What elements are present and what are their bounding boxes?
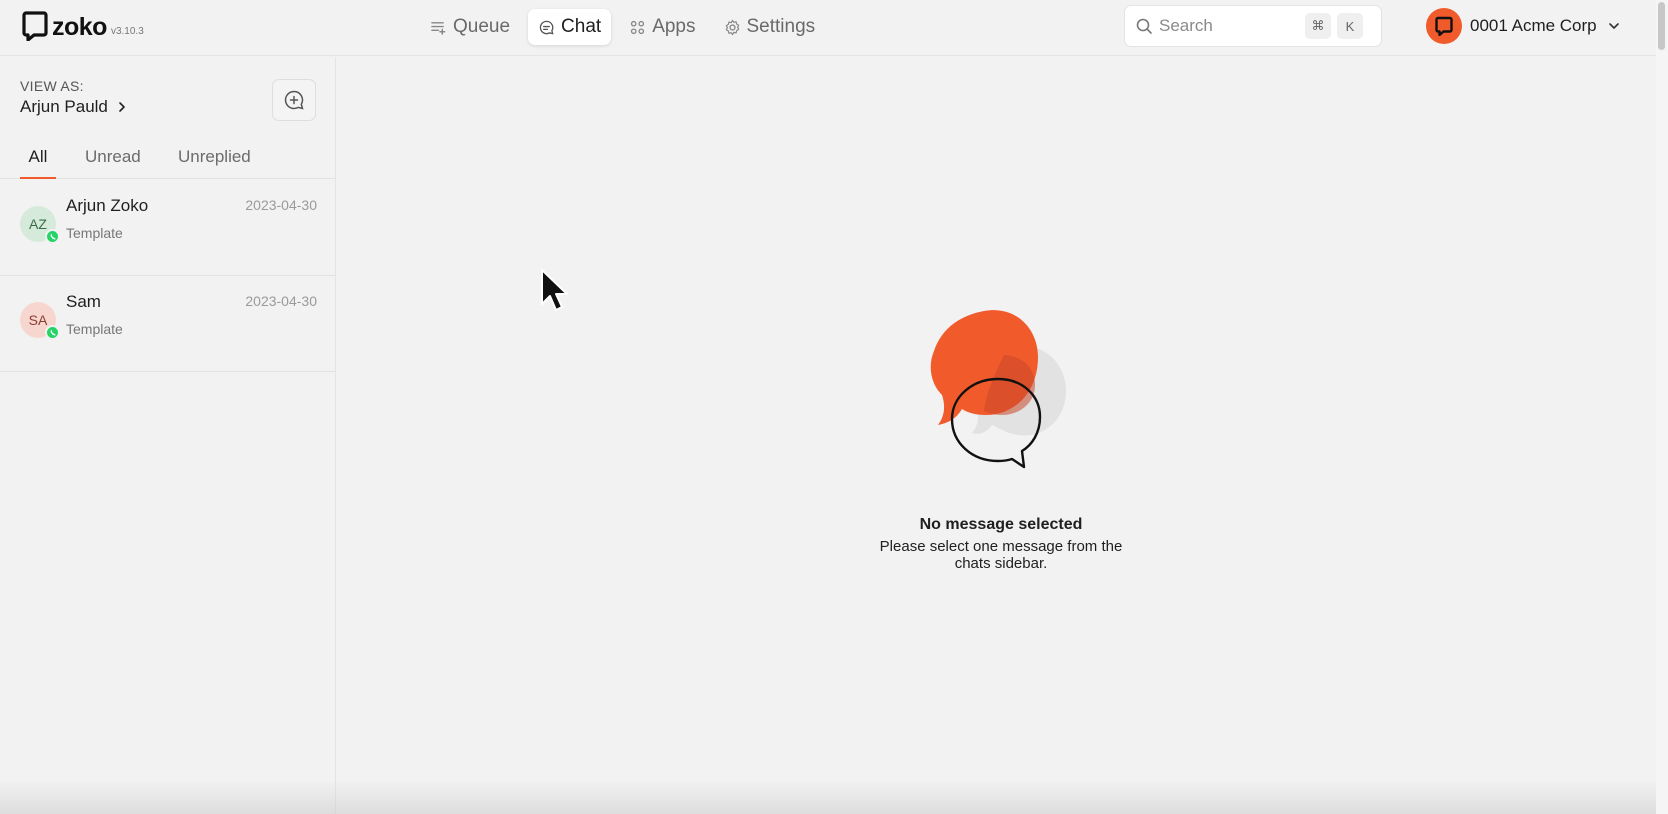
tab-unread[interactable]: Unread (85, 145, 141, 179)
view-as-name: Arjun Pauld (20, 97, 108, 116)
scrollbar-thumb[interactable] (1658, 2, 1665, 50)
nav-queue[interactable]: Queue (420, 9, 520, 45)
search-input[interactable] (1159, 16, 1299, 36)
new-chat-button[interactable] (272, 79, 316, 121)
org-avatar (1426, 8, 1462, 44)
chat-last-message: Template (66, 225, 123, 241)
empty-chat-illustration-icon (930, 310, 1066, 469)
view-as-label: VIEW AS: (20, 78, 84, 94)
whatsapp-icon (45, 325, 60, 340)
chat-main-panel: No message selected Please select one me… (336, 57, 1656, 814)
empty-state-subtitle: Please select one message from the chats… (879, 538, 1123, 572)
chat-contact-name: Sam (66, 292, 101, 311)
chat-contact-name: Arjun Zoko (66, 196, 149, 215)
version-label: v3.10.3 (110, 26, 144, 37)
chevron-down-icon (1608, 23, 1619, 29)
search-box[interactable]: ⌘ K (1124, 5, 1382, 47)
chat-last-message: Template (66, 321, 123, 337)
whatsapp-icon (45, 229, 60, 244)
kbd-k: K (1337, 13, 1363, 39)
chat-list-item[interactable]: SA Sam Template 2023-04-30 (0, 276, 335, 372)
chat-list-item[interactable]: AZ Arjun Zoko Template 2023-04-30 (0, 180, 335, 276)
tab-unreplied[interactable]: Unreplied (178, 145, 251, 179)
zoko-logo-icon (22, 11, 48, 41)
kbd-cmd: ⌘ (1305, 13, 1331, 39)
nav-apps-label: Apps (652, 16, 696, 37)
page-scrollbar[interactable] (1656, 0, 1668, 814)
org-name: 0001 Acme Corp (1470, 16, 1597, 35)
nav-settings[interactable]: Settings (714, 9, 826, 45)
new-chat-icon (284, 90, 304, 110)
queue-icon (431, 21, 446, 35)
search-icon (1136, 18, 1152, 34)
chat-filter-tabs: All Unread Unreplied (0, 145, 335, 179)
nav-apps[interactable]: Apps (619, 9, 705, 45)
mouse-cursor-icon (541, 269, 568, 311)
org-switcher[interactable]: 0001 Acme Corp (1426, 8, 1621, 44)
avatar-initials: SA (28, 312, 48, 328)
apps-icon (631, 20, 645, 34)
chat-date: 2023-04-30 (245, 293, 317, 309)
nav-chat-label: Chat (561, 16, 602, 37)
top-header: zoko v3.10.3 Queue Chat Apps Settings Se… (0, 0, 1656, 56)
nav-chat[interactable]: Chat (528, 9, 612, 45)
zoko-logo-icon (1435, 16, 1453, 36)
chevron-right-icon (119, 102, 125, 112)
gear-icon (725, 19, 739, 35)
logo-wordmark: zoko (52, 13, 107, 41)
nav-queue-label: Queue (453, 16, 511, 37)
avatar: SA (20, 302, 60, 340)
avatar: AZ (20, 206, 60, 244)
avatar-initials: AZ (29, 216, 47, 232)
logo[interactable]: zoko v3.10.3 (22, 11, 144, 41)
nav-settings-label: Settings (746, 16, 816, 37)
chat-icon (539, 20, 554, 35)
chat-date: 2023-04-30 (245, 197, 317, 213)
empty-state-title: No message selected (919, 516, 1083, 533)
view-as-selector[interactable]: Arjun Pauld (20, 97, 128, 117)
chats-sidebar: VIEW AS: Arjun Pauld All Unread Unreplie… (0, 57, 336, 814)
app-window: zoko v3.10.3 Queue Chat Apps Settings Se… (0, 0, 1668, 814)
tab-all[interactable]: All (20, 145, 56, 179)
main-nav: Queue Chat Apps Settings (420, 9, 825, 45)
